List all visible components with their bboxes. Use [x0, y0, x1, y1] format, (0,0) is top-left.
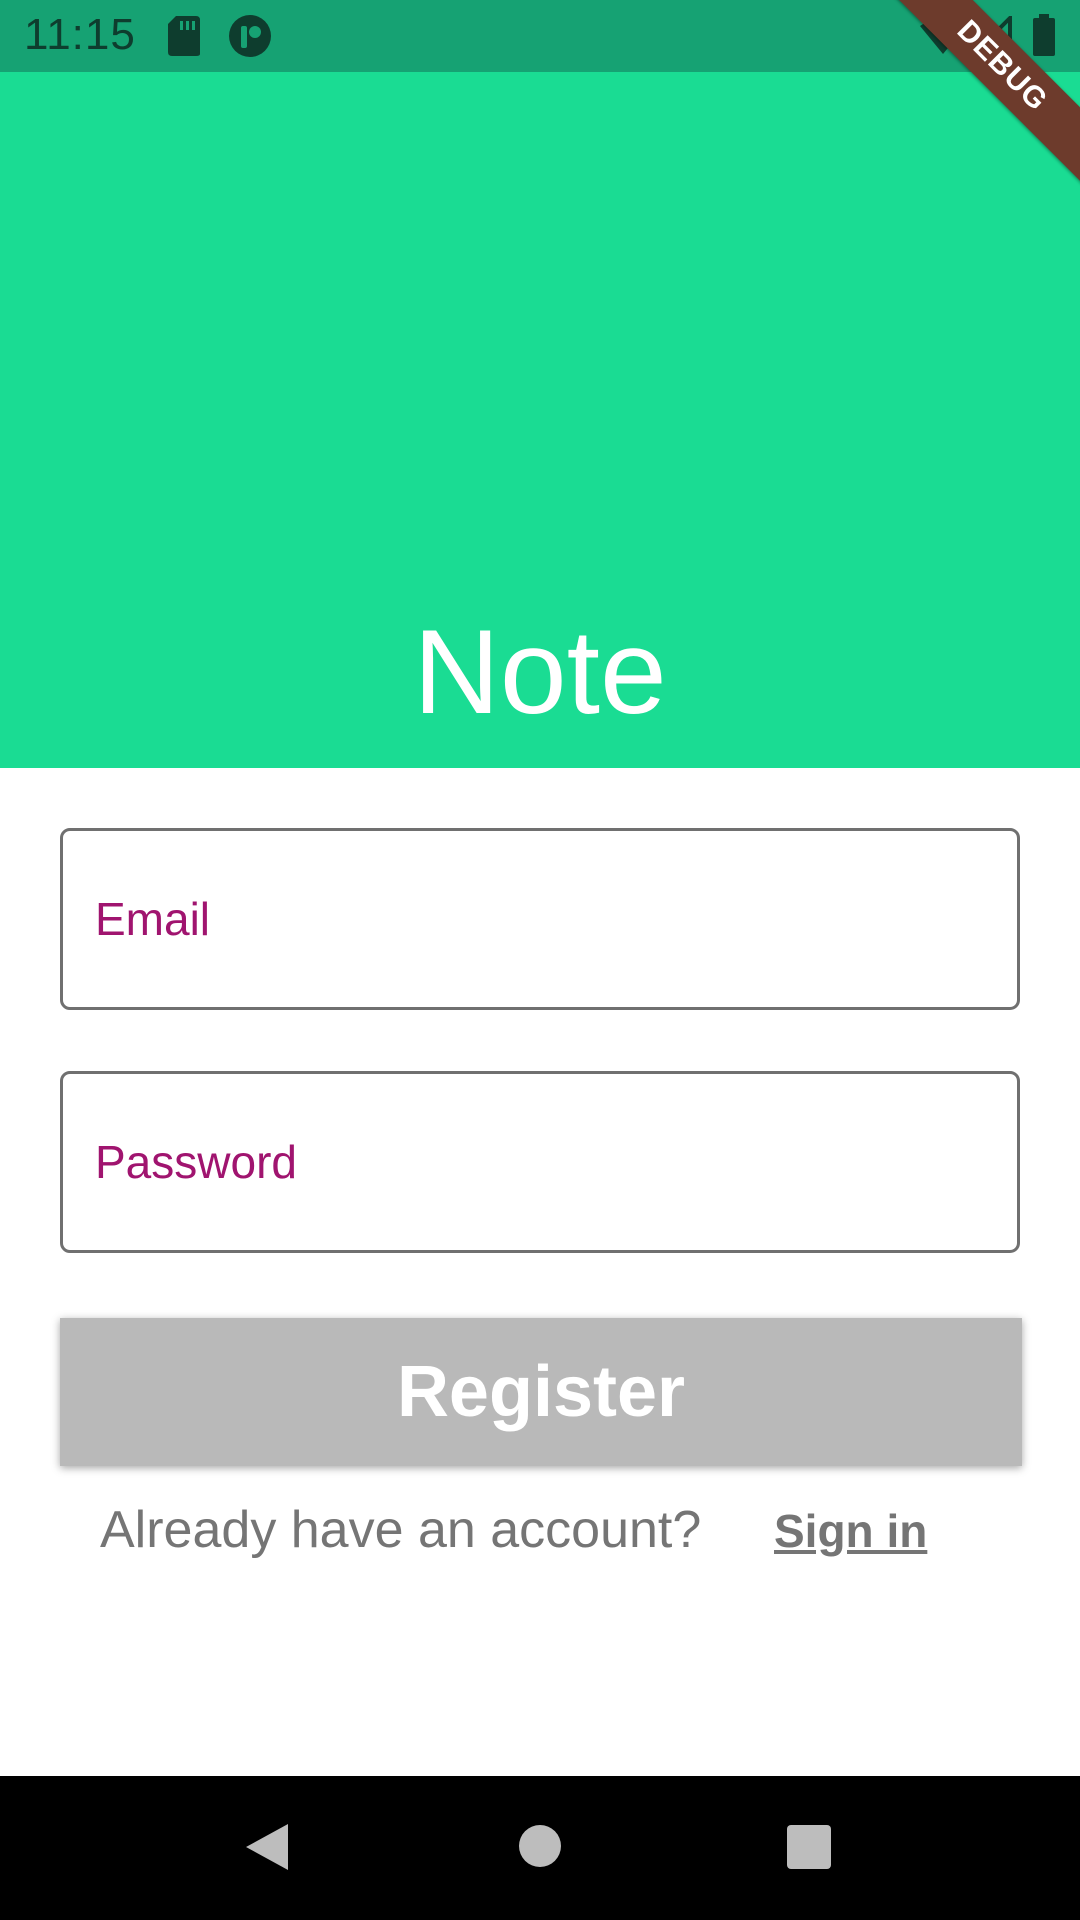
password-field[interactable] [60, 1071, 1020, 1253]
app-notification-icon [229, 15, 271, 57]
register-screen: 11:15 Note DEBUG Register [0, 0, 1080, 1920]
email-field[interactable] [60, 828, 1020, 1010]
recents-icon[interactable] [786, 1824, 832, 1870]
home-icon[interactable] [518, 1824, 562, 1868]
signin-row: Already have an account? Sign in [0, 1500, 1080, 1580]
signin-link[interactable]: Sign in [774, 1504, 927, 1558]
app-title: Note [413, 605, 667, 739]
navigation-bar [0, 1776, 1080, 1920]
email-input[interactable] [95, 831, 985, 1007]
password-input[interactable] [95, 1074, 985, 1250]
sd-card-icon [168, 16, 200, 56]
signin-prompt: Already have an account? [100, 1501, 702, 1559]
register-button[interactable]: Register [60, 1318, 1022, 1466]
status-time: 11:15 [24, 10, 136, 59]
battery-icon [1033, 14, 1055, 56]
app-header: Note [0, 72, 1080, 768]
back-icon[interactable] [244, 1822, 290, 1872]
